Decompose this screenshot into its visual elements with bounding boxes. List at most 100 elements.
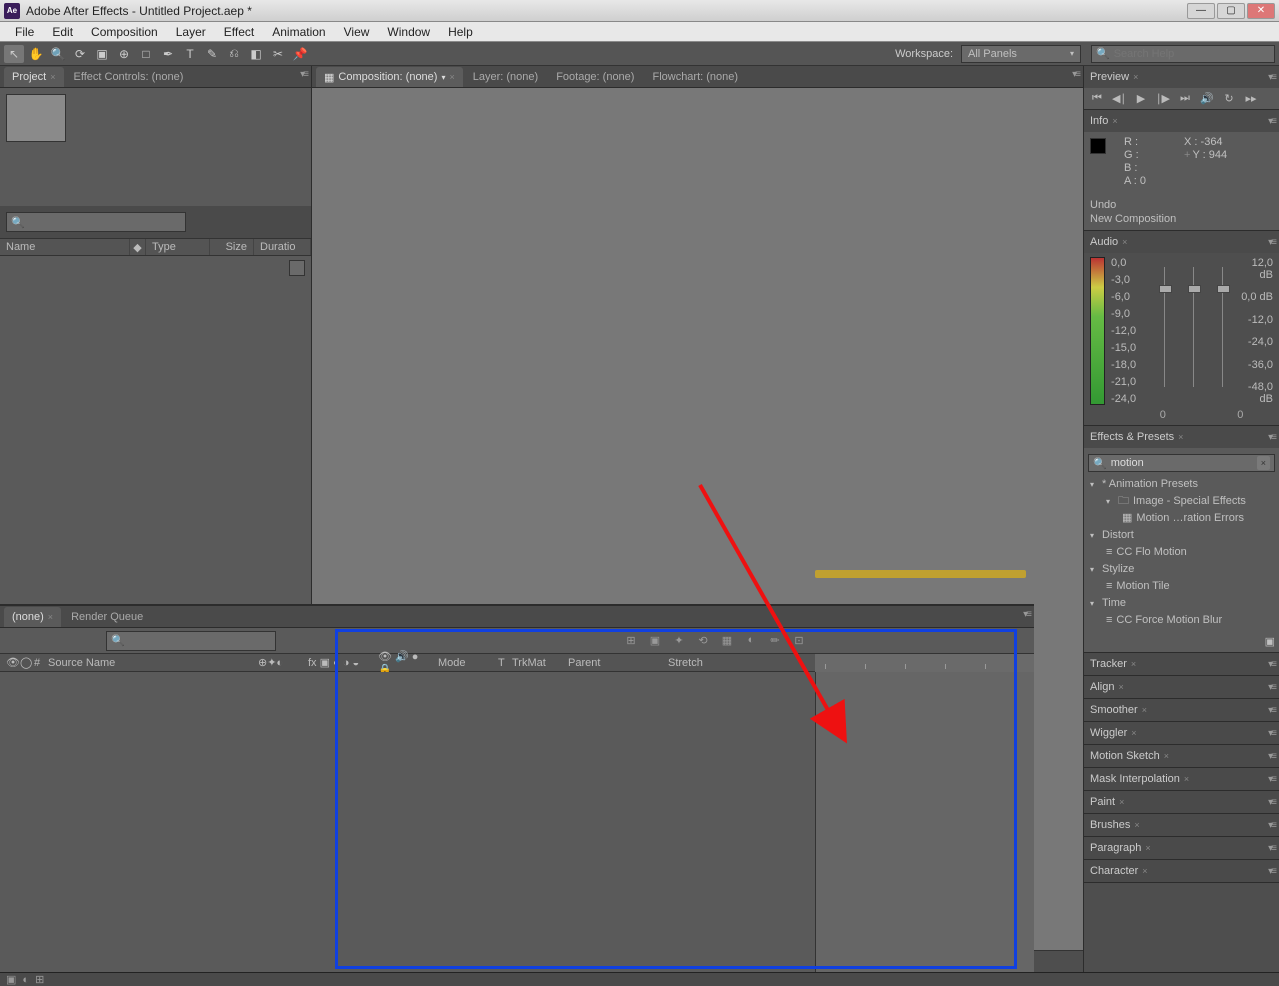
pan-behind-tool[interactable]: ⊕ bbox=[114, 45, 134, 63]
close-icon[interactable]: × bbox=[1142, 866, 1147, 876]
menu-composition[interactable]: Composition bbox=[82, 25, 167, 39]
tab-layer[interactable]: Layer: (none) bbox=[465, 67, 546, 87]
menu-view[interactable]: View bbox=[335, 25, 379, 39]
smoother-title[interactable]: Smoother bbox=[1090, 704, 1138, 716]
close-icon[interactable]: × bbox=[449, 72, 454, 82]
search-help-input[interactable] bbox=[1114, 48, 1254, 60]
tab-effect-controls[interactable]: Effect Controls: (none) bbox=[66, 67, 192, 87]
tl-icon[interactable]: ⟲ bbox=[694, 634, 712, 647]
time-ruler[interactable] bbox=[815, 654, 1034, 672]
character-title[interactable]: Character bbox=[1090, 865, 1138, 877]
mask-interpolation-title[interactable]: Mask Interpolation bbox=[1090, 773, 1180, 785]
first-frame-button[interactable]: ⏮ bbox=[1090, 92, 1104, 105]
tree-item[interactable]: ▾🗀Image - Special Effects bbox=[1088, 493, 1275, 510]
effects-search[interactable]: 🔍 × bbox=[1088, 454, 1275, 472]
close-icon[interactable]: × bbox=[48, 612, 53, 622]
pen-tool[interactable]: ✒ bbox=[158, 45, 178, 63]
selection-tool[interactable]: ↖ bbox=[4, 45, 24, 63]
col-trkmat[interactable]: TrkMat bbox=[506, 657, 562, 669]
time-graph-area[interactable] bbox=[815, 672, 1034, 972]
panel-menu-icon[interactable]: ▾≡ bbox=[1268, 237, 1275, 248]
panel-menu-icon[interactable]: ▾≡ bbox=[300, 69, 307, 80]
close-icon[interactable]: × bbox=[1119, 797, 1124, 807]
close-icon[interactable]: × bbox=[1178, 432, 1183, 442]
puppet-tool[interactable]: 📌 bbox=[290, 45, 310, 63]
menu-file[interactable]: File bbox=[6, 25, 43, 39]
project-search[interactable]: 🔍 bbox=[6, 212, 186, 232]
panel-menu-icon[interactable]: ▾≡ bbox=[1268, 843, 1275, 854]
panel-menu-icon[interactable]: ▾≡ bbox=[1268, 659, 1275, 670]
panel-menu-icon[interactable]: ▾≡ bbox=[1268, 728, 1275, 739]
close-button[interactable]: ✕ bbox=[1247, 3, 1275, 19]
tab-composition[interactable]: ▦ Composition: (none) ▾ × bbox=[316, 67, 463, 87]
tab-timeline-none[interactable]: (none)× bbox=[4, 607, 61, 627]
clear-search-icon[interactable]: × bbox=[1257, 456, 1270, 470]
panel-menu-icon[interactable]: ▾≡ bbox=[1268, 797, 1275, 808]
tree-item[interactable]: ▦Motion …ration Errors bbox=[1088, 510, 1275, 527]
rotate-tool[interactable]: ⟳ bbox=[70, 45, 90, 63]
col-source-name[interactable]: Source Name bbox=[42, 657, 252, 669]
tab-footage[interactable]: Footage: (none) bbox=[548, 67, 642, 87]
col-sw[interactable]: ◯ bbox=[14, 656, 28, 669]
work-area-bar[interactable] bbox=[815, 570, 1026, 578]
tree-item[interactable]: ▾* Animation Presets bbox=[1088, 476, 1275, 493]
status-icon[interactable]: ◐ bbox=[22, 974, 29, 986]
wiggler-title[interactable]: Wiggler bbox=[1090, 727, 1127, 739]
tab-flowchart[interactable]: Flowchart: (none) bbox=[644, 67, 746, 87]
hand-tool[interactable]: ✋ bbox=[26, 45, 46, 63]
menu-animation[interactable]: Animation bbox=[263, 25, 334, 39]
camera-tool[interactable]: ▣ bbox=[92, 45, 112, 63]
col-switches[interactable]: ⊕✦◐ bbox=[252, 656, 302, 669]
align-title[interactable]: Align bbox=[1090, 681, 1114, 693]
tab-render-queue[interactable]: Render Queue bbox=[63, 607, 151, 627]
panel-menu-icon[interactable]: ▾≡ bbox=[1268, 820, 1275, 831]
zoom-tool[interactable]: 🔍 bbox=[48, 45, 68, 63]
audio-slider-link[interactable] bbox=[1193, 267, 1194, 387]
timeline-search-input[interactable] bbox=[129, 635, 271, 647]
play-button[interactable]: ▶ bbox=[1134, 92, 1148, 105]
brush-tool[interactable]: ✎ bbox=[202, 45, 222, 63]
close-icon[interactable]: × bbox=[1133, 72, 1138, 82]
col-mode[interactable]: Mode bbox=[432, 657, 492, 669]
close-icon[interactable]: × bbox=[1131, 659, 1136, 669]
menu-layer[interactable]: Layer bbox=[167, 25, 215, 39]
col-eye-icon[interactable]: 👁 bbox=[0, 656, 14, 669]
workspace-dropdown[interactable]: All Panels▾ bbox=[961, 45, 1081, 63]
prev-frame-button[interactable]: ◀∣ bbox=[1112, 92, 1126, 105]
col-parent[interactable]: Parent bbox=[562, 657, 662, 669]
timeline-search[interactable]: 🔍 bbox=[106, 631, 276, 651]
chevron-down-icon[interactable]: ▾ bbox=[441, 73, 445, 82]
panel-menu-icon[interactable]: ▾≡ bbox=[1268, 751, 1275, 762]
motion-sketch-title[interactable]: Motion Sketch bbox=[1090, 750, 1160, 762]
tl-icon[interactable]: ▦ bbox=[718, 634, 736, 647]
rotobrush-tool[interactable]: ✂ bbox=[268, 45, 288, 63]
col-size[interactable]: Size bbox=[210, 239, 254, 255]
col-index[interactable]: # bbox=[28, 657, 42, 669]
tree-item[interactable]: ▾Distort bbox=[1088, 527, 1275, 544]
audio-slider-right[interactable] bbox=[1222, 267, 1223, 387]
loop-button[interactable]: ↻ bbox=[1222, 92, 1236, 105]
close-icon[interactable]: × bbox=[1118, 682, 1123, 692]
tl-icon[interactable]: ▣ bbox=[646, 634, 664, 647]
search-help[interactable]: 🔍 bbox=[1091, 45, 1275, 63]
tree-item[interactable]: ≡CC Flo Motion bbox=[1088, 544, 1275, 561]
timeline-body[interactable] bbox=[0, 672, 1034, 972]
menu-help[interactable]: Help bbox=[439, 25, 482, 39]
project-search-input[interactable] bbox=[29, 216, 181, 228]
last-frame-button[interactable]: ⏭ bbox=[1178, 92, 1192, 105]
shape-tool[interactable]: □ bbox=[136, 45, 156, 63]
close-icon[interactable]: × bbox=[1112, 116, 1117, 126]
panel-menu-icon[interactable]: ▾≡ bbox=[1268, 774, 1275, 785]
tree-item[interactable]: ▾Stylize bbox=[1088, 561, 1275, 578]
close-icon[interactable]: × bbox=[1122, 237, 1127, 247]
text-tool[interactable]: T bbox=[180, 45, 200, 63]
close-icon[interactable]: × bbox=[1184, 774, 1189, 784]
tl-icon[interactable]: ✏ bbox=[766, 634, 784, 647]
paragraph-title[interactable]: Paragraph bbox=[1090, 842, 1141, 854]
col-stretch[interactable]: Stretch bbox=[662, 657, 722, 669]
menu-edit[interactable]: Edit bbox=[43, 25, 82, 39]
panel-menu-icon[interactable]: ▾≡ bbox=[1023, 609, 1030, 620]
menu-window[interactable]: Window bbox=[378, 25, 439, 39]
clone-tool[interactable]: ⎌ bbox=[224, 45, 244, 63]
brushes-title[interactable]: Brushes bbox=[1090, 819, 1130, 831]
